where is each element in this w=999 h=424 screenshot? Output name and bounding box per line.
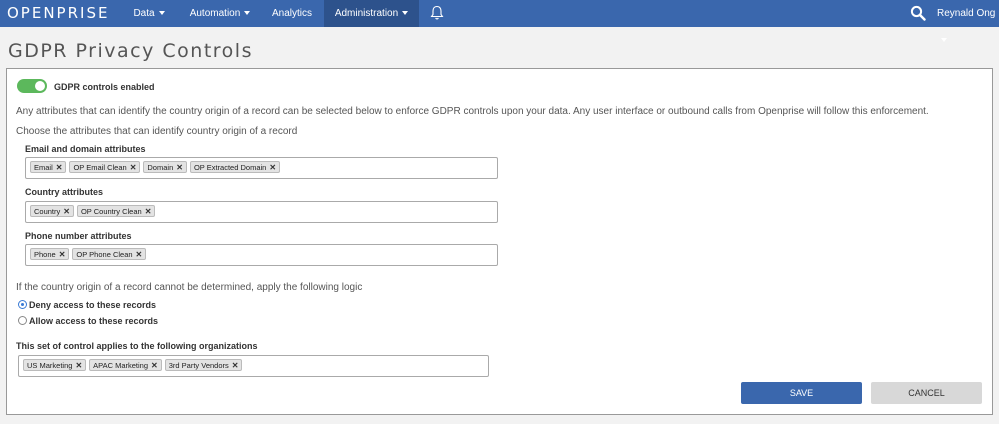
gdpr-description: Any attributes that can identify the cou… — [16, 106, 929, 117]
tag-email: Email ✕ — [30, 161, 67, 174]
nav-item-label: Automation — [189, 8, 241, 19]
tag-us-marketing: US Marketing ✕ — [23, 359, 87, 372]
tag-label: Email — [34, 163, 53, 172]
remove-tag-icon[interactable]: ✕ — [232, 360, 239, 372]
org-group-label: This set of control applies to the follo… — [16, 341, 258, 351]
toggle-knob — [35, 81, 45, 91]
tag-apac-marketing: APAC Marketing ✕ — [89, 359, 162, 371]
chevron-down-icon — [402, 11, 409, 16]
cancel-button[interactable]: CANCEL — [871, 382, 982, 404]
remove-tag-icon[interactable]: ✕ — [176, 162, 183, 174]
gdpr-panel: GDPR controls enabled Any attributes tha… — [6, 68, 993, 415]
logic-label: If the country origin of a record cannot… — [16, 282, 363, 293]
tag-label: US Marketing — [27, 361, 73, 370]
tag-label: 3rd Party Vendors — [168, 361, 229, 370]
tag-label: Phone — [34, 250, 56, 259]
remove-tag-icon[interactable]: ✕ — [63, 206, 70, 218]
remove-tag-icon[interactable]: ✕ — [56, 162, 63, 174]
country-attributes-input[interactable]: Country ✕ OP Country Clean ✕ — [25, 201, 498, 223]
remove-tag-icon[interactable]: ✕ — [59, 249, 66, 261]
user-menu[interactable]: Reynald Ong — [937, 0, 999, 43]
tag-3rd-party-vendors: 3rd Party Vendors ✕ — [164, 359, 243, 372]
chevron-down-icon — [244, 11, 251, 16]
tag-phone: Phone ✕ — [30, 248, 70, 261]
tag-domain: Domain ✕ — [143, 161, 187, 173]
deny-radio-label[interactable]: Deny access to these records — [29, 300, 156, 310]
country-group-label: Country attributes — [25, 187, 104, 197]
page-title: GDPR Privacy Controls — [8, 40, 253, 62]
email-attributes-input[interactable]: Email ✕ OP Email Clean ✕ Domain ✕ OP Extracted… — [25, 157, 498, 179]
tag-label: OP Extracted Domain — [193, 163, 267, 172]
deny-radio[interactable] — [18, 300, 27, 309]
tag-label: Country — [34, 207, 61, 216]
tag-op-country-clean: OP Country Clean ✕ — [76, 205, 156, 218]
tag-label: OP Email Clean — [73, 163, 127, 172]
allow-radio-label[interactable]: Allow access to these records — [29, 316, 158, 326]
tag-op-phone-clean: OP Phone Clean ✕ — [72, 248, 147, 261]
remove-tag-icon[interactable]: ✕ — [269, 162, 276, 174]
save-button[interactable]: SAVE — [741, 382, 862, 404]
remove-tag-icon[interactable]: ✕ — [75, 360, 82, 372]
tag-label: APAC Marketing — [93, 361, 149, 370]
choose-attributes-label: Choose the attributes that can identify … — [16, 126, 298, 137]
search-icon[interactable] — [910, 5, 926, 21]
remove-tag-icon[interactable]: ✕ — [151, 360, 158, 372]
phone-group-label: Phone number attributes — [25, 231, 132, 241]
remove-tag-icon[interactable]: ✕ — [130, 162, 137, 174]
nav-item-label: Analytics — [271, 8, 312, 19]
top-nav: OPENPRISE Data Automation Analytics Admi… — [0, 0, 999, 43]
gdpr-toggle[interactable] — [17, 79, 47, 93]
chevron-down-icon — [158, 11, 165, 16]
nav-item-administration[interactable]: Administration — [324, 0, 419, 27]
tag-label: Domain — [147, 163, 174, 172]
bell-icon[interactable] — [430, 5, 444, 21]
tag-country: Country ✕ — [30, 205, 74, 217]
email-group-label: Email and domain attributes — [25, 144, 146, 154]
logo[interactable]: OPENPRISE — [7, 4, 109, 22]
tag-op-extracted-domain: OP Extracted Domain ✕ — [189, 161, 281, 174]
tag-label: OP Country Clean — [80, 207, 142, 216]
nav-item-label: Data — [133, 8, 155, 19]
nav-item-label: Administration — [334, 8, 399, 19]
remove-tag-icon[interactable]: ✕ — [145, 206, 152, 218]
tag-label: OP Phone Clean — [76, 250, 133, 259]
user-name: Reynald Ong — [937, 8, 996, 19]
tag-op-email-clean: OP Email Clean ✕ — [69, 161, 141, 174]
remove-tag-icon[interactable]: ✕ — [136, 249, 143, 261]
phone-attributes-input[interactable]: Phone ✕ OP Phone Clean ✕ — [25, 244, 498, 266]
allow-radio[interactable] — [18, 316, 27, 325]
nav-item-data[interactable]: Data — [124, 0, 174, 27]
chevron-down-icon — [941, 38, 947, 43]
gdpr-toggle-label: GDPR controls enabled — [54, 82, 155, 92]
nav-item-automation[interactable]: Automation — [182, 0, 258, 27]
nav-item-analytics[interactable]: Analytics — [266, 0, 318, 27]
org-input[interactable]: US Marketing ✕ APAC Marketing ✕ 3rd Party Ve… — [18, 355, 489, 377]
